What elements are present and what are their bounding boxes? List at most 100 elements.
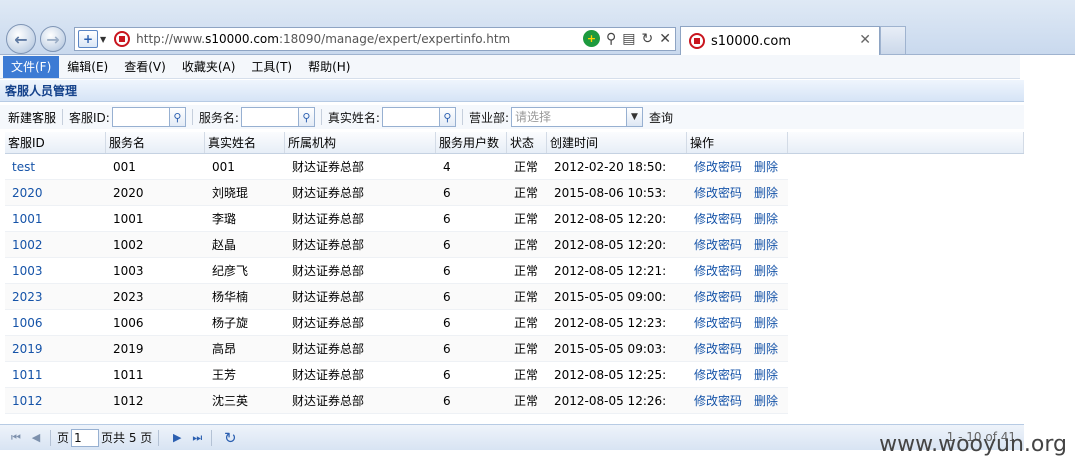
table-row[interactable]: 1012 1012 沈三英 财达证券总部 6 正常 2012-08-05 12:26: 修改密… — [5, 388, 788, 414]
addon-icon[interactable]: + — [583, 30, 601, 47]
refresh-icon[interactable]: ↻ — [222, 429, 238, 447]
created-time-cell: 2012-08-05 12:26: — [554, 394, 667, 408]
agent-id-cell[interactable]: 1006 — [5, 310, 106, 335]
service-name-input[interactable] — [240, 107, 299, 127]
new-agent-button[interactable]: 新建客服 — [8, 109, 56, 126]
change-password-link[interactable]: 修改密码 — [694, 212, 742, 226]
real-name-cell: 刘晓琨 — [212, 186, 249, 200]
column-header[interactable]: 状态 — [507, 132, 547, 153]
arrow-right-icon: → — [46, 29, 60, 49]
agent-id-cell[interactable]: 1001 — [5, 206, 106, 231]
delete-link[interactable]: 删除 — [754, 394, 778, 408]
change-password-link[interactable]: 修改密码 — [694, 394, 742, 408]
prev-page-icon[interactable]: ◀ — [28, 430, 44, 446]
new-tab-button[interactable] — [880, 26, 906, 55]
page-number-input[interactable]: 1 — [71, 428, 100, 447]
agent-id-cell[interactable]: test — [5, 154, 106, 179]
agent-id-cell[interactable]: 2020 — [5, 180, 106, 205]
delete-link[interactable]: 删除 — [754, 212, 778, 226]
agent-id-cell[interactable]: 2023 — [5, 284, 106, 309]
forward-button[interactable]: → — [40, 26, 66, 52]
first-page-icon[interactable]: ⏮ — [8, 430, 24, 446]
service-name-cell: 2020 — [113, 186, 144, 200]
change-password-link[interactable]: 修改密码 — [694, 316, 742, 330]
agent-id-cell[interactable]: 2019 — [5, 336, 106, 361]
column-header[interactable]: 真实姓名 — [205, 132, 285, 153]
change-password-link[interactable]: 修改密码 — [694, 342, 742, 356]
menu-edit[interactable]: 编辑(E) — [59, 56, 116, 78]
agent-id-cell[interactable]: 1011 — [5, 362, 106, 387]
org-cell: 财达证券总部 — [292, 394, 365, 408]
menu-file[interactable]: 文件(F) — [3, 55, 60, 78]
column-header[interactable]: 所属机构 — [285, 132, 436, 153]
menu-help[interactable]: 帮助(H) — [300, 56, 358, 78]
table-row[interactable]: 1011 1011 王芳 财达证券总部 6 正常 2012-08-05 12:25: 修改密码… — [5, 362, 788, 388]
change-password-link[interactable]: 修改密码 — [694, 264, 742, 278]
search-icon[interactable]: ⚲ — [439, 107, 456, 127]
chevron-down-icon[interactable]: ▼ — [625, 108, 642, 126]
address-bar[interactable]: + ▼ http://www.s10000.com:18090/manage/e… — [74, 27, 676, 51]
agent-id-cell[interactable]: 1003 — [5, 258, 106, 283]
chevron-down-icon[interactable]: ▼ — [100, 35, 106, 44]
table-row[interactable]: 2023 2023 杨华楠 财达证券总部 6 正常 2015-05-05 09:00: 修改密… — [5, 284, 788, 310]
delete-link[interactable]: 删除 — [754, 342, 778, 356]
agent-id-cell[interactable]: 1012 — [5, 388, 106, 413]
table-row[interactable]: 1006 1006 杨子旋 财达证券总部 6 正常 2012-08-05 12:23: 修改密… — [5, 310, 788, 336]
query-button[interactable]: 查询 — [649, 109, 673, 126]
search-toolbar: 新建客服 客服ID: ⚲ 服务名: ⚲ 真实姓名: ⚲ 营业部: 请选择 ▼ 查询 — [0, 105, 1024, 129]
delete-link[interactable]: 删除 — [754, 238, 778, 252]
close-icon[interactable]: ✕ — [859, 32, 871, 48]
table-row[interactable]: 2019 2019 高昂 财达证券总部 6 正常 2015-05-05 09:03: 修改密码… — [5, 336, 788, 362]
last-page-icon[interactable]: ⏭ — [189, 430, 205, 446]
table-row[interactable]: test 001 001 财达证券总部 4 正常 2012-02-20 18:50: 修改密码… — [5, 154, 788, 180]
agent-id-input[interactable] — [111, 107, 170, 127]
search-icon[interactable]: ⚲ — [298, 107, 315, 127]
column-header[interactable]: 服务用户数 — [436, 132, 507, 153]
menu-bar: 文件(F) 编辑(E) 查看(V) 收藏夹(A) 工具(T) 帮助(H) — [0, 55, 1020, 79]
arrow-left-icon: ← — [14, 29, 28, 49]
divider — [191, 109, 193, 125]
agent-id-cell[interactable]: 1002 — [5, 232, 106, 257]
change-password-link[interactable]: 修改密码 — [694, 238, 742, 252]
column-header[interactable]: 创建时间 — [547, 132, 687, 153]
change-password-link[interactable]: 修改密码 — [694, 160, 742, 174]
delete-link[interactable]: 删除 — [754, 264, 778, 278]
delete-link[interactable]: 删除 — [754, 368, 778, 382]
service-name-cell: 1001 — [113, 212, 144, 226]
actions-cell: 修改密码 删除 — [687, 388, 788, 413]
table-row[interactable]: 1001 1001 李璐 财达证券总部 6 正常 2012-08-05 12:20: 修改密码… — [5, 206, 788, 232]
compat-icon[interactable]: ▤ — [622, 31, 635, 47]
change-password-link[interactable]: 修改密码 — [694, 368, 742, 382]
column-header[interactable]: 操作 — [687, 132, 788, 153]
delete-link[interactable]: 删除 — [754, 290, 778, 304]
menu-tools[interactable]: 工具(T) — [243, 56, 300, 78]
search-icon[interactable]: ⚲ — [169, 107, 186, 127]
branch-select[interactable]: 请选择 ▼ — [510, 107, 643, 127]
delete-link[interactable]: 删除 — [754, 186, 778, 200]
change-password-link[interactable]: 修改密码 — [694, 290, 742, 304]
status-cell: 正常 — [514, 316, 539, 330]
divider — [158, 429, 160, 446]
next-page-icon[interactable]: ▶ — [169, 430, 185, 446]
search-icon[interactable]: ⚲ — [606, 31, 616, 47]
menu-view[interactable]: 查看(V) — [116, 56, 174, 78]
refresh-icon[interactable]: ↻ — [642, 31, 654, 47]
compat-view-icon[interactable]: + — [78, 30, 98, 48]
back-button[interactable]: ← — [6, 24, 36, 54]
column-header[interactable]: 客服ID — [5, 132, 106, 153]
browser-tab[interactable]: s10000.com ✕ — [680, 26, 880, 55]
table-row[interactable]: 1003 1003 纪彦飞 财达证券总部 6 正常 2012-08-05 12:21: 修改密… — [5, 258, 788, 284]
real-name-input[interactable] — [381, 107, 440, 127]
stop-icon[interactable]: ✕ — [659, 31, 671, 47]
url-text[interactable]: http://www.s10000.com:18090/manage/exper… — [136, 32, 510, 46]
table-row[interactable]: 2020 2020 刘晓琨 财达证券总部 6 正常 2015-08-06 10:53: 修改密… — [5, 180, 788, 206]
divider — [50, 429, 51, 446]
change-password-link[interactable]: 修改密码 — [694, 186, 742, 200]
created-time-cell: 2015-05-05 09:03: — [554, 342, 667, 356]
delete-link[interactable]: 删除 — [754, 160, 778, 174]
column-header[interactable]: 服务名 — [106, 132, 205, 153]
status-cell: 正常 — [514, 290, 539, 304]
delete-link[interactable]: 删除 — [754, 316, 778, 330]
menu-favorites[interactable]: 收藏夹(A) — [174, 56, 244, 78]
table-row[interactable]: 1002 1002 赵晶 财达证券总部 6 正常 2012-08-05 12:20: 修改密码… — [5, 232, 788, 258]
